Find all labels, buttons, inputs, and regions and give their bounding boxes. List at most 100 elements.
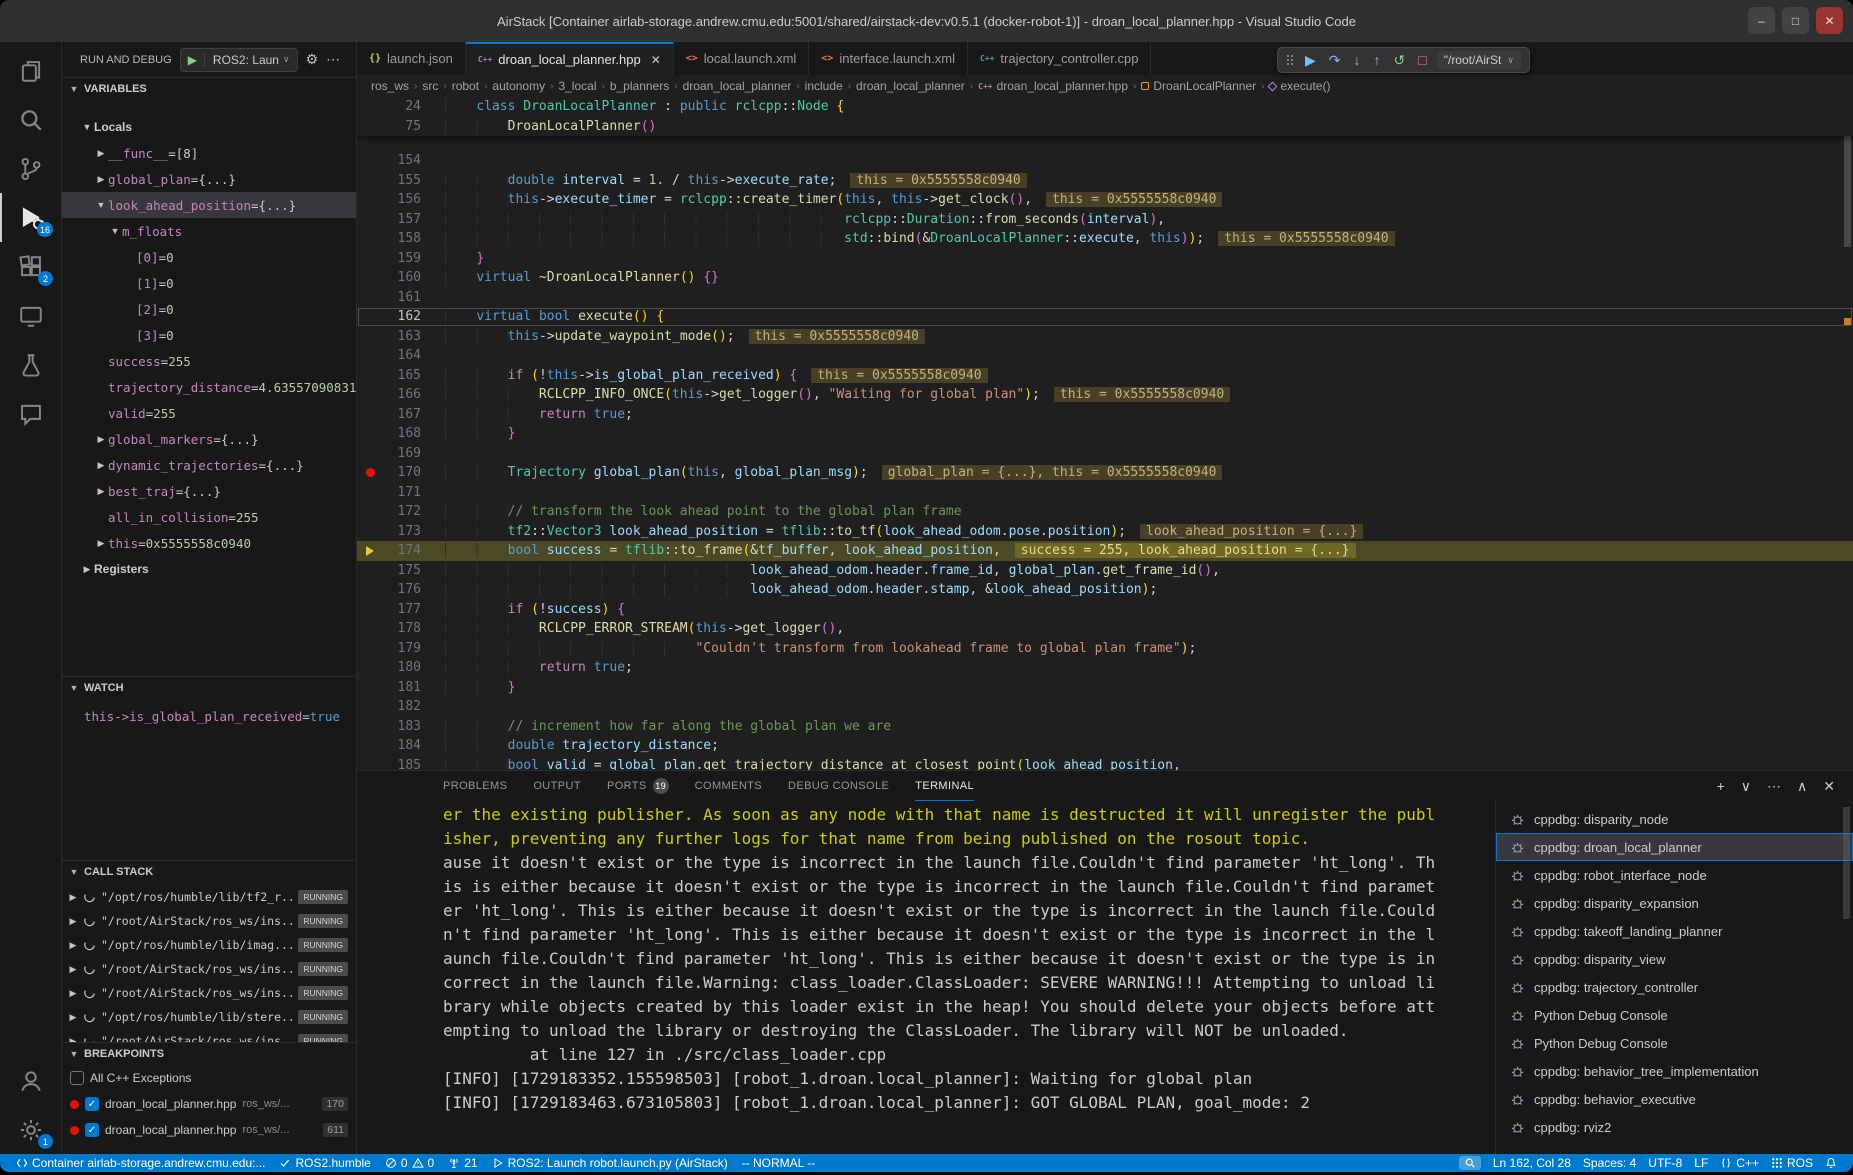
code-text[interactable] bbox=[445, 444, 1853, 464]
watch-row[interactable]: this->is_global_plan_received = true bbox=[62, 703, 356, 729]
code-text[interactable] bbox=[445, 288, 1853, 308]
gutter-glyph[interactable] bbox=[357, 97, 383, 117]
gutter-glyph[interactable] bbox=[357, 639, 383, 659]
line-gutter[interactable]: 184 bbox=[357, 736, 445, 756]
watch-section-header[interactable]: ▼ WATCH bbox=[62, 677, 356, 699]
gutter-glyph[interactable] bbox=[357, 736, 383, 756]
gutter-glyph[interactable] bbox=[357, 522, 383, 542]
editor-tab-interface.launch.xml[interactable]: <>interface.launch.xml bbox=[809, 42, 968, 75]
tree-chevron-icon[interactable]: ▶ bbox=[68, 1036, 78, 1043]
breakpoint-row[interactable]: ✓droan_local_planner.hppros_ws/...611 bbox=[62, 1117, 356, 1143]
code-text[interactable]: std::bind(&DroanLocalPlanner::execute, t… bbox=[445, 229, 1853, 249]
gutter-glyph[interactable] bbox=[357, 541, 383, 561]
line-gutter[interactable]: 161 bbox=[357, 288, 445, 308]
breakpoint-checkbox[interactable] bbox=[70, 1071, 84, 1085]
line-number[interactable]: 175 bbox=[383, 561, 445, 581]
gutter-glyph[interactable] bbox=[357, 171, 383, 191]
gutter-glyph[interactable] bbox=[357, 619, 383, 639]
terminal-session[interactable]: cppdbg: rviz2 bbox=[1496, 1113, 1853, 1141]
code-text[interactable]: if (!success) { bbox=[445, 600, 1853, 620]
status-encoding[interactable]: UTF-8 bbox=[1642, 1156, 1688, 1170]
activity-item-accounts[interactable] bbox=[0, 1056, 61, 1105]
activity-item-explorer[interactable] bbox=[0, 46, 61, 95]
line-gutter[interactable]: 156 bbox=[357, 190, 445, 210]
tree-chevron-icon[interactable]: ▼ bbox=[94, 200, 108, 210]
breadcrumb-item[interactable]: 3_local bbox=[558, 79, 596, 93]
line-number[interactable]: 176 bbox=[383, 580, 445, 600]
line-gutter[interactable]: 176 bbox=[357, 580, 445, 600]
panel-tab-ports[interactable]: PORTS19 bbox=[607, 771, 669, 801]
line-number[interactable]: 158 bbox=[383, 229, 445, 249]
gutter-glyph[interactable] bbox=[357, 190, 383, 210]
line-gutter[interactable]: 75 bbox=[357, 117, 445, 137]
line-number[interactable]: 172 bbox=[383, 502, 445, 522]
code-text[interactable]: // increment how far along the global pl… bbox=[445, 717, 1853, 737]
code-text[interactable]: double trajectory_distance; bbox=[445, 736, 1853, 756]
code-text[interactable] bbox=[445, 346, 1853, 366]
variable-row[interactable]: [3] = 0 bbox=[62, 322, 356, 348]
tree-chevron-icon[interactable]: ▼ bbox=[108, 226, 122, 236]
debug-session-dropdown[interactable]: "/root/AirSt ∨ bbox=[1437, 51, 1521, 69]
line-number[interactable]: 185 bbox=[383, 756, 445, 771]
variable-row[interactable]: ▼m_floats bbox=[62, 218, 356, 244]
line-number[interactable]: 157 bbox=[383, 210, 445, 230]
gutter-glyph[interactable] bbox=[357, 502, 383, 522]
variable-row[interactable]: [0] = 0 bbox=[62, 244, 356, 270]
call-stack-session[interactable]: ▶"/root/AirStack/ros_ws/ins...RUNNING bbox=[62, 957, 356, 981]
tree-chevron-icon[interactable]: ▶ bbox=[94, 434, 108, 445]
line-gutter[interactable]: 174 bbox=[357, 541, 445, 561]
status-ros-distro[interactable]: ROS2.humble bbox=[273, 1154, 376, 1172]
code-text[interactable]: virtual bool execute() { bbox=[445, 307, 1853, 327]
breakpoints-section-header[interactable]: ▼ BREAKPOINTS bbox=[62, 1043, 356, 1065]
line-gutter[interactable]: 177 bbox=[357, 600, 445, 620]
breakpoint-row[interactable]: ✓droan_local_planner.hppros_ws/...170 bbox=[62, 1091, 356, 1117]
maximize-panel-icon[interactable]: ∧ bbox=[1797, 779, 1807, 793]
code-text[interactable]: } bbox=[445, 678, 1853, 698]
minimize-button[interactable]: – bbox=[1748, 7, 1775, 34]
line-gutter[interactable]: 172 bbox=[357, 502, 445, 522]
maximize-button[interactable]: □ bbox=[1782, 7, 1809, 34]
line-gutter[interactable]: 165 bbox=[357, 366, 445, 386]
line-gutter[interactable]: 168 bbox=[357, 424, 445, 444]
line-gutter[interactable]: 163 bbox=[357, 327, 445, 347]
breadcrumb-item[interactable]: execute() bbox=[1269, 79, 1330, 93]
status-problems[interactable]: 00 bbox=[379, 1154, 440, 1172]
gutter-glyph[interactable] bbox=[357, 405, 383, 425]
terminal-session[interactable]: cppdbg: behavior_tree_implementation bbox=[1496, 1057, 1853, 1085]
line-number[interactable]: 174 bbox=[383, 541, 445, 561]
step-over-button[interactable]: ↷ bbox=[1329, 53, 1341, 67]
line-number[interactable]: 165 bbox=[383, 366, 445, 386]
call-stack-session[interactable]: ▶"/root/AirStack/ros_ws/ins...RUNNING bbox=[62, 909, 356, 933]
code-text[interactable]: class DroanLocalPlanner : public rclcpp:… bbox=[445, 97, 1853, 117]
code-text[interactable]: this->execute_timer = rclcpp::create_tim… bbox=[445, 190, 1853, 210]
line-gutter[interactable]: 155 bbox=[357, 171, 445, 191]
gutter-glyph[interactable] bbox=[357, 288, 383, 308]
line-gutter[interactable]: 24 bbox=[357, 97, 445, 117]
code-text[interactable]: return true; bbox=[445, 405, 1853, 425]
line-gutter[interactable]: 158 bbox=[357, 229, 445, 249]
code-text[interactable]: bool success = tflib::to_frame(&tf_buffe… bbox=[445, 541, 1853, 561]
gutter-glyph[interactable] bbox=[357, 346, 383, 366]
line-number[interactable]: 171 bbox=[383, 483, 445, 503]
call-stack-session[interactable]: ▶"/opt/ros/humble/lib/imag...RUNNING bbox=[62, 933, 356, 957]
continue-button[interactable]: ▶ bbox=[1305, 53, 1316, 67]
line-number[interactable]: 154 bbox=[383, 151, 445, 171]
terminal-session[interactable]: cppdbg: robot_interface_node bbox=[1496, 861, 1853, 889]
line-gutter[interactable]: 180 bbox=[357, 658, 445, 678]
line-number[interactable]: 179 bbox=[383, 639, 445, 659]
code-text[interactable] bbox=[445, 697, 1853, 717]
views-more-icon[interactable]: ⋯ bbox=[326, 51, 341, 68]
tree-chevron-icon[interactable]: ▼ bbox=[80, 122, 94, 132]
step-into-button[interactable]: ↓ bbox=[1354, 53, 1361, 67]
line-gutter[interactable]: 167 bbox=[357, 405, 445, 425]
code-text[interactable]: rclcpp::Duration::from_seconds(interval)… bbox=[445, 210, 1853, 230]
terminal-session[interactable]: cppdbg: disparity_node bbox=[1496, 805, 1853, 833]
line-number[interactable]: 173 bbox=[383, 522, 445, 542]
breadcrumb-item[interactable]: DroanLocalPlanner bbox=[1141, 79, 1256, 93]
activity-item-run-and-debug[interactable]: 16 bbox=[0, 193, 61, 242]
variable-row[interactable]: success = 255 bbox=[62, 348, 356, 374]
breakpoint-row[interactable]: All C++ Exceptions bbox=[62, 1065, 356, 1091]
code-text[interactable]: this->update_waypoint_mode();this = 0x55… bbox=[445, 327, 1853, 347]
code-text[interactable]: virtual ~DroanLocalPlanner() {} bbox=[445, 268, 1853, 288]
line-gutter[interactable]: 169 bbox=[357, 444, 445, 464]
